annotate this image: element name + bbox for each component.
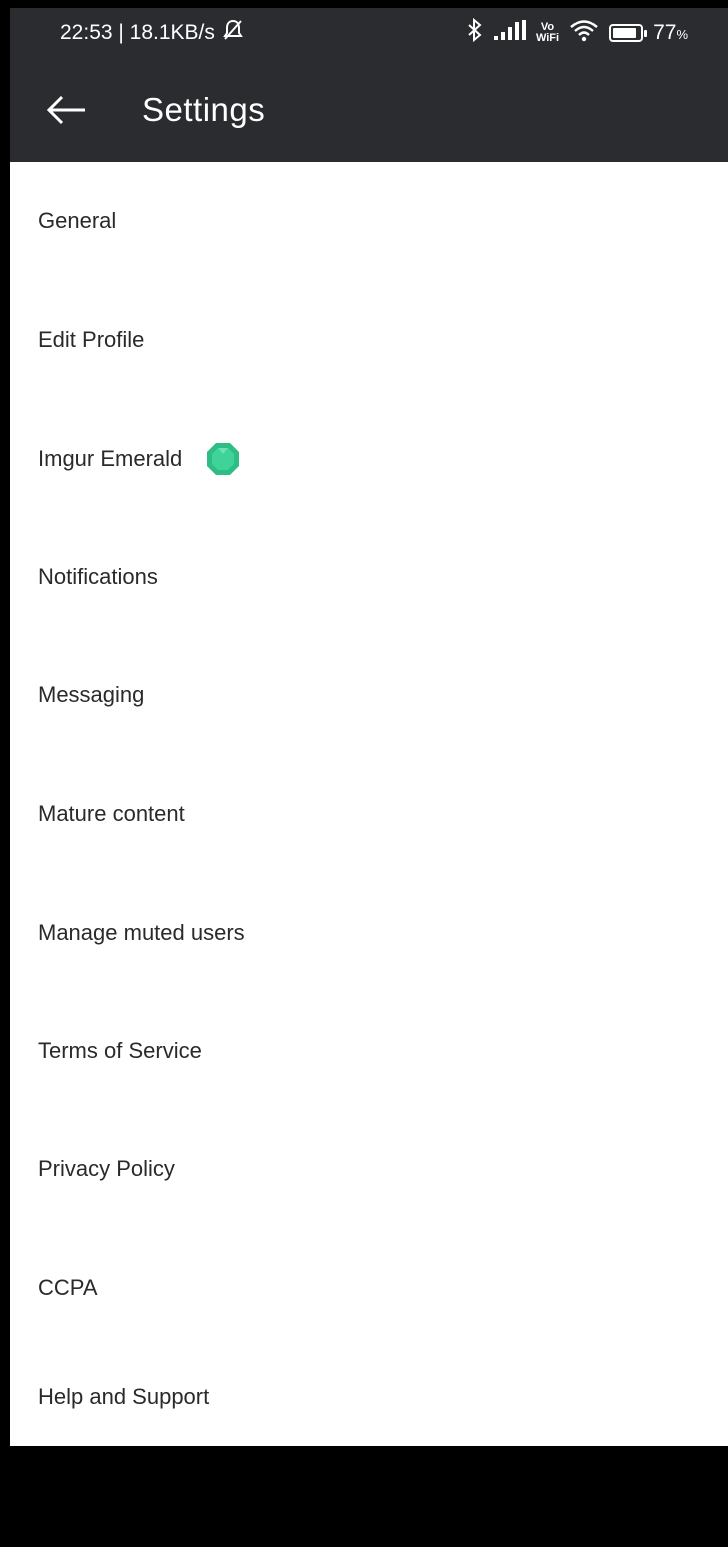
bluetooth-icon <box>466 17 484 48</box>
settings-item-label: Help and Support <box>38 1384 210 1409</box>
vowifi-indicator: Vo WiFi <box>536 22 559 44</box>
settings-item-messaging[interactable]: Messaging <box>10 636 728 754</box>
settings-item-label: Notifications <box>38 564 158 589</box>
vowifi-bottom: WiFi <box>535 32 560 44</box>
settings-item-notifications[interactable]: Notifications <box>10 518 728 636</box>
settings-item-terms-of-service[interactable]: Terms of Service <box>10 992 728 1110</box>
status-left: 22:53 | 18.1KB/s <box>60 18 245 48</box>
battery-icon <box>609 24 648 42</box>
status-right: Vo WiFi 77% <box>466 17 688 48</box>
settings-item-label: Edit Profile <box>38 327 145 352</box>
bell-off-icon <box>221 18 245 48</box>
settings-item-label: Mature content <box>38 801 185 826</box>
settings-screen: 22:53 | 18.1KB/s Vo WiFi 77% Settings Ge… <box>0 0 728 1547</box>
settings-item-ccpa[interactable]: CCPA <box>10 1229 728 1347</box>
arrow-left-icon <box>46 95 85 125</box>
settings-item-label: Messaging <box>38 682 145 707</box>
settings-item-edit-profile[interactable]: Edit Profile <box>10 281 728 399</box>
emerald-gem-icon <box>206 442 240 476</box>
battery-level: 77% <box>653 21 688 44</box>
settings-item-imgur-emerald[interactable]: Imgur Emerald <box>10 400 728 518</box>
settings-item-general[interactable]: General <box>10 162 728 280</box>
settings-item-privacy-policy[interactable]: Privacy Policy <box>10 1110 728 1228</box>
wifi-icon <box>569 18 599 48</box>
settings-item-label: Terms of Service <box>38 1038 202 1063</box>
signal-icon <box>493 20 526 46</box>
settings-list: General Edit Profile Imgur Emerald Notif… <box>10 162 728 1446</box>
settings-item-label: Privacy Policy <box>38 1156 175 1181</box>
settings-item-help-and-support[interactable]: Help and Support <box>10 1348 728 1446</box>
settings-item-label: General <box>38 208 117 233</box>
settings-item-label: Manage muted users <box>38 920 245 945</box>
system-navigation-bar <box>0 1446 728 1547</box>
back-button[interactable] <box>36 80 96 140</box>
settings-item-manage-muted-users[interactable]: Manage muted users <box>10 874 728 992</box>
status-time-speed: 22:53 | 18.1KB/s <box>60 21 215 44</box>
settings-item-label: Imgur Emerald <box>38 446 183 471</box>
settings-item-label: CCPA <box>38 1275 98 1300</box>
page-title: Settings <box>142 91 266 128</box>
settings-item-mature-content[interactable]: Mature content <box>10 755 728 873</box>
status-bar: 22:53 | 18.1KB/s Vo WiFi 77% <box>10 8 728 58</box>
app-bar: Settings <box>10 58 728 162</box>
